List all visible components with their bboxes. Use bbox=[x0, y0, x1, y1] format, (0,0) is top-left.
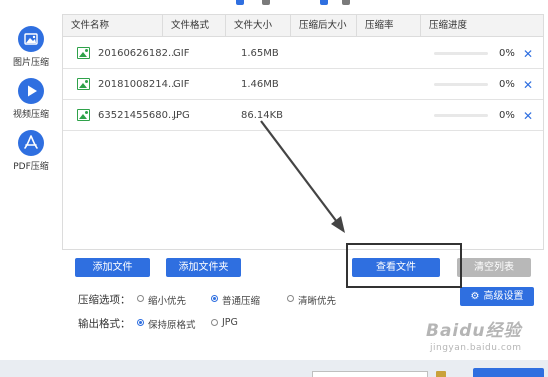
advanced-settings-button[interactable]: ⚙ 高级设置 bbox=[460, 287, 534, 306]
sidebar-item-label: 图片压缩 bbox=[12, 58, 49, 68]
watermark-main: Baidu经验 bbox=[426, 321, 522, 341]
file-format: GIF bbox=[173, 48, 190, 59]
toolbar-icon[interactable] bbox=[236, 0, 244, 5]
watermark-sub: jingyan.baidu.com bbox=[430, 343, 522, 353]
table-row[interactable]: 20181008214... GIF 1.46MB 0% ✕ bbox=[63, 70, 543, 100]
output-path-input[interactable] bbox=[312, 371, 428, 377]
column-header-compressed-size: 压缩后大小 bbox=[291, 15, 357, 37]
file-format: GIF bbox=[173, 79, 190, 90]
sidebar-item-pdf-compress[interactable]: PDF压缩 bbox=[0, 130, 62, 172]
image-icon bbox=[18, 26, 44, 52]
compress-option-label[interactable]: 清晰优先 bbox=[298, 293, 336, 307]
compress-option-label[interactable]: 普通压缩 bbox=[222, 293, 260, 307]
output-format-radio[interactable] bbox=[211, 319, 218, 326]
output-format-option-label[interactable]: 保持原格式 bbox=[148, 317, 196, 331]
progress-bar bbox=[434, 83, 488, 86]
clear-list-button[interactable]: 清空列表 bbox=[457, 258, 531, 277]
sidebar-item-label: PDF压缩 bbox=[13, 162, 49, 172]
table-header: 文件名称 文件格式 文件大小 压缩后大小 压缩率 压缩进度 bbox=[63, 15, 543, 37]
column-header-name: 文件名称 bbox=[63, 15, 163, 37]
progress-percent: 0% bbox=[499, 48, 515, 59]
pdf-icon bbox=[18, 130, 44, 156]
sidebar-item-label: 视频压缩 bbox=[12, 110, 49, 120]
toolbar-icon[interactable] bbox=[262, 0, 270, 5]
column-header-rate: 压缩率 bbox=[357, 15, 421, 37]
folder-icon[interactable] bbox=[436, 371, 446, 377]
file-size: 1.65MB bbox=[241, 48, 279, 59]
file-size: 1.46MB bbox=[241, 79, 279, 90]
compress-option-label[interactable]: 缩小优先 bbox=[148, 293, 186, 307]
column-header-size: 文件大小 bbox=[226, 15, 291, 37]
file-size: 86.14KB bbox=[241, 110, 284, 121]
sidebar-item-video-compress[interactable]: 视频压缩 bbox=[0, 78, 62, 120]
start-compress-button[interactable] bbox=[473, 368, 544, 377]
sidebar: 图片压缩 视频压缩 PDF压缩 bbox=[0, 0, 62, 377]
progress-percent: 0% bbox=[499, 110, 515, 121]
output-path-bar bbox=[0, 360, 548, 377]
output-format-label: 输出格式： bbox=[78, 318, 131, 330]
compress-option-radio[interactable] bbox=[211, 295, 218, 302]
output-format-option-label[interactable]: JPG bbox=[222, 317, 238, 328]
add-file-button[interactable]: 添加文件 bbox=[75, 258, 150, 277]
remove-icon[interactable]: ✕ bbox=[523, 101, 533, 131]
compress-options-label: 压缩选项： bbox=[78, 294, 131, 306]
advanced-settings-label: 高级设置 bbox=[483, 291, 524, 302]
baidu-jingyan-watermark: Baidu经验 jingyan.baidu.com bbox=[414, 316, 544, 360]
toolbar-icon[interactable] bbox=[342, 0, 350, 5]
file-name: 20160626182... bbox=[98, 48, 178, 59]
toolbar-icon[interactable] bbox=[320, 0, 328, 5]
column-header-format: 文件格式 bbox=[163, 15, 226, 37]
table-row[interactable]: 20160626182... GIF 1.65MB 0% ✕ bbox=[63, 39, 543, 69]
compress-option-radio[interactable] bbox=[287, 295, 294, 302]
file-format: JPG bbox=[173, 110, 190, 121]
file-list-panel: 文件名称 文件格式 文件大小 压缩后大小 压缩率 压缩进度 2016062618… bbox=[62, 14, 544, 250]
column-header-progress: 压缩进度 bbox=[429, 20, 468, 31]
progress-percent: 0% bbox=[499, 79, 515, 90]
add-folder-button[interactable]: 添加文件夹 bbox=[166, 258, 241, 277]
image-file-icon bbox=[77, 47, 90, 59]
compress-option-radio[interactable] bbox=[137, 295, 144, 302]
table-row[interactable]: 63521455680... JPG 86.14KB 0% ✕ bbox=[63, 101, 543, 131]
image-file-icon bbox=[77, 109, 90, 121]
annotation-highlight-box bbox=[346, 243, 462, 288]
image-file-icon bbox=[77, 78, 90, 90]
output-format-radio[interactable] bbox=[137, 319, 144, 326]
gear-icon: ⚙ bbox=[470, 291, 480, 302]
file-name: 20181008214... bbox=[98, 79, 178, 90]
progress-bar bbox=[434, 114, 488, 117]
remove-icon[interactable]: ✕ bbox=[523, 70, 533, 100]
file-name: 63521455680... bbox=[98, 110, 178, 121]
progress-bar bbox=[434, 52, 488, 55]
play-icon bbox=[18, 78, 44, 104]
sidebar-item-image-compress[interactable]: 图片压缩 bbox=[0, 26, 62, 68]
remove-icon[interactable]: ✕ bbox=[523, 39, 533, 69]
